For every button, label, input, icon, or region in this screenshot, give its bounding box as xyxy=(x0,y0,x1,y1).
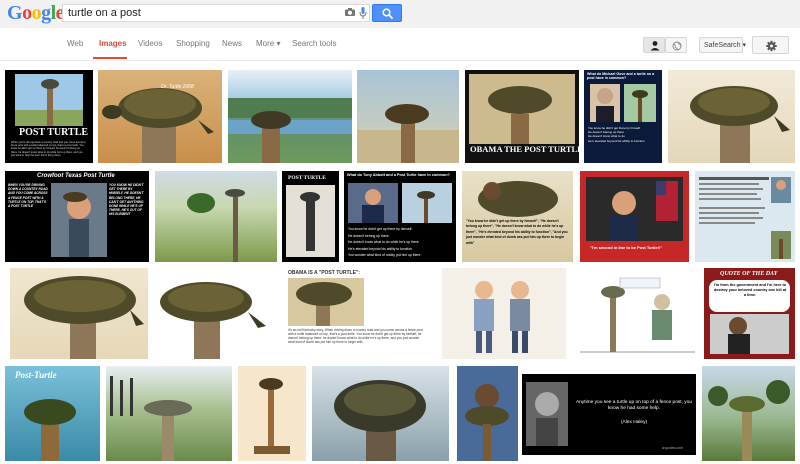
turtle-post-photo xyxy=(334,380,426,461)
search-button[interactable] xyxy=(372,4,402,22)
settings-button[interactable] xyxy=(752,36,789,54)
person-icon xyxy=(650,41,660,51)
alex-haley-photo xyxy=(526,382,568,446)
image-result[interactable] xyxy=(228,70,352,163)
tab-news[interactable]: News xyxy=(222,39,242,48)
tab-images[interactable]: Images xyxy=(99,39,127,48)
image-result[interactable]: Dr. Turtle 2008 xyxy=(98,70,222,163)
caption-haley-attrib: (Alex Haley) xyxy=(620,420,648,425)
turtle-post-photo xyxy=(24,276,144,359)
image-result[interactable]: QUOTE OF THE DAY I'm from the government… xyxy=(704,268,795,359)
image-result[interactable]: Anytime you see a turtle up on top of a … xyxy=(522,374,696,455)
political-cartoon xyxy=(580,277,695,353)
image-result[interactable] xyxy=(357,70,459,163)
abbott-point: You wonder what kind of noddy put him up… xyxy=(348,253,422,257)
private-results-button[interactable] xyxy=(643,37,665,53)
search-query-text: turtle on a post xyxy=(68,7,141,19)
image-result[interactable] xyxy=(10,268,148,359)
search-input[interactable]: turtle on a post xyxy=(62,4,370,22)
gove-points: You know he didn't get there by himself … xyxy=(588,126,660,143)
obama-turtle-photo xyxy=(465,384,509,461)
caption-quotes-domain: izquotes.com xyxy=(662,446,684,450)
search-tabs: Web Images Videos Shopping News More ▾ S… xyxy=(0,28,800,61)
logo-letter: G xyxy=(7,2,23,24)
image-result[interactable]: OBAMA IS A "POST TURTLE": It's an old Ke… xyxy=(284,268,429,359)
image-result[interactable] xyxy=(106,366,232,461)
tab-web[interactable]: Web xyxy=(67,39,83,48)
tab-more[interactable]: More ▾ xyxy=(256,39,280,48)
image-result[interactable] xyxy=(702,366,795,461)
logo-letter: o xyxy=(31,2,42,24)
turtle-post-photo xyxy=(690,86,790,163)
globe-icon xyxy=(672,41,682,51)
turtle-post-photo xyxy=(102,88,214,163)
image-result[interactable] xyxy=(695,171,795,262)
turtle-post-photo xyxy=(708,380,790,461)
logo-letter: g xyxy=(41,2,51,24)
image-result[interactable] xyxy=(668,70,795,163)
image-result[interactable]: Post-Turtle xyxy=(5,366,100,461)
caption-obama-post-turtle: OBAMA THE POST TURTLE xyxy=(470,144,579,154)
image-result[interactable] xyxy=(457,366,518,461)
microphone-icon[interactable] xyxy=(359,7,367,19)
image-result[interactable] xyxy=(154,268,280,359)
tab-videos[interactable]: Videos xyxy=(138,39,162,48)
top-bar: Google turtle on a post xyxy=(0,0,800,28)
caption-obama-is-body: It's an old Kentucky story. When driving… xyxy=(288,328,423,344)
caption-dr-turtle: Dr. Turtle 2008 xyxy=(161,84,194,90)
turtle-post-photo xyxy=(160,282,266,359)
obama-photo xyxy=(710,314,789,354)
turtle-post-photo xyxy=(187,189,245,262)
image-result[interactable] xyxy=(155,171,277,262)
turtle-post-photo xyxy=(357,104,459,163)
safesearch-label: SafeSearch ▾ xyxy=(704,42,747,49)
image-result[interactable] xyxy=(238,366,306,461)
crowfoot-illustration xyxy=(51,183,107,257)
gear-icon xyxy=(766,40,777,52)
public-results-button[interactable] xyxy=(665,37,687,53)
turtle-post-photo xyxy=(288,278,364,326)
logo-letter: o xyxy=(22,2,32,24)
image-result[interactable] xyxy=(442,268,566,359)
children-photo xyxy=(474,281,530,353)
tab-search-tools[interactable]: Search tools xyxy=(292,39,336,48)
safesearch-dropdown[interactable]: SafeSearch ▾ xyxy=(699,37,747,53)
book-cover xyxy=(286,185,335,257)
caption-post-turtle: POST TURTLE xyxy=(19,127,89,138)
turtle-sculpture-photo xyxy=(254,378,290,454)
obama-turtle-illustration xyxy=(478,181,558,217)
gove-point: He's elevated beyond his ability to func… xyxy=(588,138,645,143)
turtle-post-photo xyxy=(469,74,575,144)
turtle-post-photo xyxy=(228,98,352,163)
image-result[interactable] xyxy=(312,366,449,461)
search-icon xyxy=(382,8,393,19)
tab-shopping[interactable]: Shopping xyxy=(176,39,210,48)
caption-post-turtle-body: When you're driving down a country road … xyxy=(11,141,86,157)
active-tab-indicator xyxy=(93,57,127,59)
abbott-points: You know he didn't get up there by himse… xyxy=(348,226,454,259)
image-result[interactable]: POST TURTLE xyxy=(282,171,339,262)
image-result[interactable]: POST TURTLE When you're driving down a c… xyxy=(5,70,93,163)
image-result[interactable]: What do Tony Abbott and a Post Turtle ha… xyxy=(344,171,456,262)
turtle-post-photo xyxy=(110,376,192,461)
image-result[interactable] xyxy=(580,268,695,359)
google-logo[interactable]: Google xyxy=(7,2,65,24)
image-result[interactable]: Crowfoot Texas Post Turtle WHEN YOU'RE D… xyxy=(5,171,149,262)
camera-icon[interactable] xyxy=(345,8,355,16)
image-result[interactable]: "You know he didn't get up there by hims… xyxy=(462,171,573,262)
image-result[interactable]: What do Michael Gove and a turtle on a p… xyxy=(584,70,662,163)
article-screenshot xyxy=(699,177,791,259)
caption-haley-quote: Anytime you see a turtle up on top of a … xyxy=(576,400,692,411)
image-result[interactable]: "I'm second in line to be Post Turtle!!" xyxy=(580,171,689,262)
turtle-post-photo xyxy=(24,399,76,461)
gove-photo xyxy=(590,84,656,122)
image-result[interactable]: OBAMA THE POST TURTLE xyxy=(465,70,579,163)
caption-second-in-line: "I'm second in line to be Post Turtle!!" xyxy=(590,245,663,250)
caption-obama-turtle-text: "You know he didn't get up there by hims… xyxy=(466,219,568,245)
